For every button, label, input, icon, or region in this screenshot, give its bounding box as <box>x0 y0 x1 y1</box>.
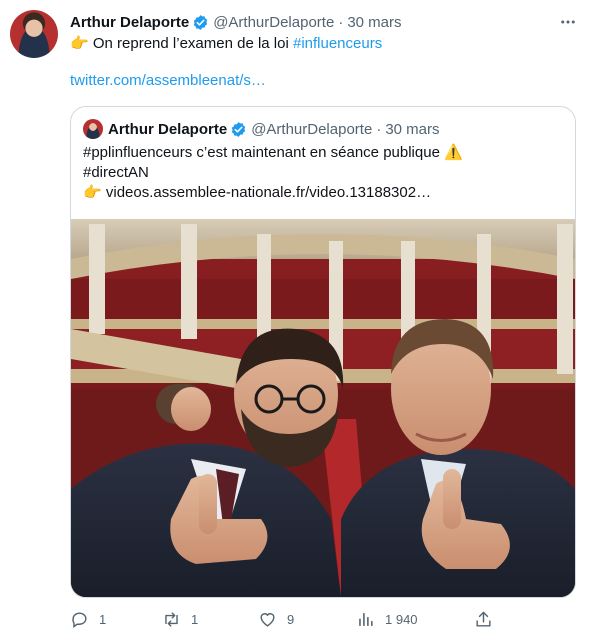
views-count: 1 940 <box>385 611 418 627</box>
quoted-header-separator: · <box>376 120 382 138</box>
reply-button[interactable]: 1 <box>70 606 106 632</box>
quoted-video-link[interactable]: videos.assemblee-nationale.fr/video.1318… <box>106 184 431 201</box>
quoted-author-name: Arthur Delaporte <box>108 120 228 138</box>
reply-icon <box>72 611 87 628</box>
hemicycle-selfie-image <box>71 219 575 597</box>
quoted-author-avatar <box>83 119 103 139</box>
quoted-tweet-photo[interactable] <box>71 219 575 597</box>
quoted-author-handle: @ArthurDelaporte <box>251 120 373 138</box>
share-button[interactable] <box>474 606 503 632</box>
tweet-date[interactable]: 30 mars <box>347 14 401 31</box>
views-button[interactable]: 1 940 <box>356 606 418 632</box>
like-button[interactable]: 9 <box>258 606 294 632</box>
quoted-tweet[interactable]: Arthur Delaporte @ArthurDelaporte · 30 m… <box>70 106 576 598</box>
header-separator: · <box>338 13 344 31</box>
retweet-count: 1 <box>191 611 199 627</box>
quoted-tweet-header: Arthur Delaporte @ArthurDelaporte · 30 m… <box>83 119 440 139</box>
verified-badge-icon <box>194 14 208 30</box>
tweet-text-prefix: On reprend l’examen de la loi <box>92 35 293 52</box>
like-count: 9 <box>287 611 295 627</box>
hashtag-link[interactable]: #influenceurs <box>293 35 382 52</box>
heart-icon <box>260 612 275 627</box>
quoted-line-2: #directAN <box>83 164 149 181</box>
retweet-button[interactable]: 1 <box>162 606 198 632</box>
tweet-actions: 1 1 9 1 940 <box>70 606 500 632</box>
tweet-link[interactable]: twitter.com/assembleenat/s… <box>70 71 266 91</box>
quoted-tweet-date: 30 mars <box>385 120 440 138</box>
pointing-emoji: 👉 <box>70 35 89 52</box>
author-handle[interactable]: @ArthurDelaporte <box>213 14 334 31</box>
tweet-text: 👉 On reprend l’examen de la loi #influen… <box>70 34 382 54</box>
author-name[interactable]: Arthur Delaporte <box>70 14 189 31</box>
more-options-icon[interactable] <box>556 10 580 34</box>
quoted-line-3: 👉 videos.assemblee-nationale.fr/video.13… <box>83 183 563 203</box>
tweet-header: Arthur Delaporte @ArthurDelaporte · 30 m… <box>70 12 402 32</box>
retweet-icon <box>165 611 178 627</box>
author-avatar[interactable] <box>10 10 58 58</box>
quoted-line-1: #pplinfluenceurs c’est maintenant en séa… <box>83 144 463 161</box>
quoted-tweet-text: #pplinfluenceurs c’est maintenant en séa… <box>83 143 563 203</box>
share-icon <box>476 611 491 627</box>
tweet-card[interactable]: Arthur Delaporte @ArthurDelaporte · 30 m… <box>0 0 607 640</box>
verified-badge-icon <box>232 121 246 137</box>
reply-count: 1 <box>99 611 107 627</box>
pointing-emoji: 👉 <box>83 184 102 201</box>
views-chart-icon <box>359 612 373 626</box>
